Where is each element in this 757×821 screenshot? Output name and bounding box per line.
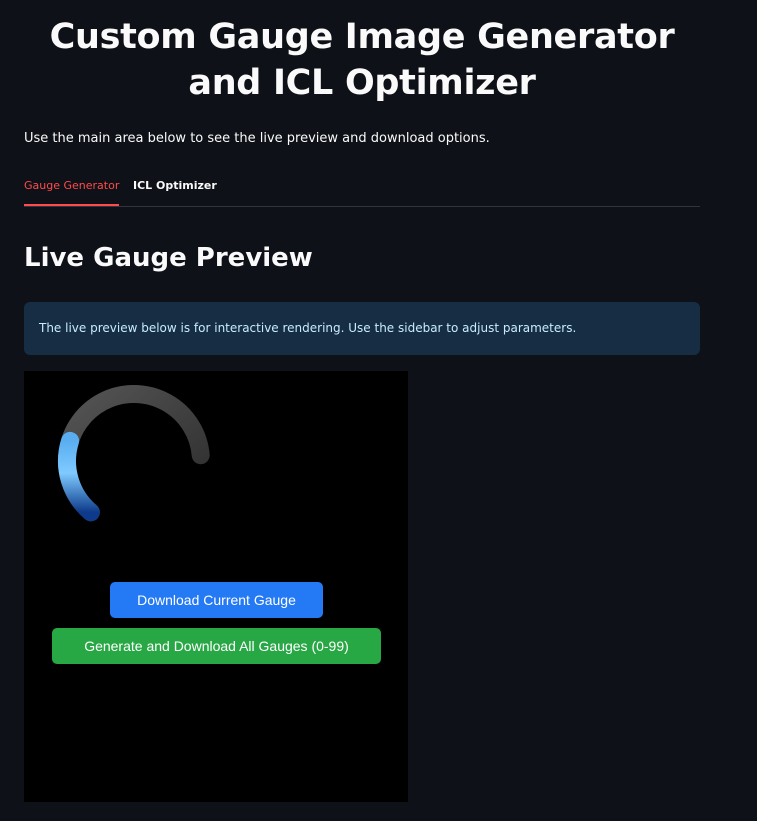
page-subtitle: Use the main area below to see the live … [24,131,490,146]
gauge-chart [57,384,210,522]
section-heading-live-preview: Live Gauge Preview [24,243,313,273]
info-alert-text: The live preview below is for interactiv… [39,321,577,335]
download-current-gauge-button[interactable]: Download Current Gauge [110,582,323,618]
tab-icl-optimizer[interactable]: ICL Optimizer [133,178,217,206]
page-title: Custom Gauge Image Generator and ICL Opt… [49,17,675,103]
download-all-gauges-button[interactable]: Generate and Download All Gauges (0-99) [52,628,381,664]
info-alert: The live preview below is for interactiv… [24,302,700,355]
gauge-track [57,384,210,522]
gauge-fill [58,431,100,522]
tab-bar: Gauge Generator ICL Optimizer [24,174,700,207]
tab-gauge-generator[interactable]: Gauge Generator [24,178,120,206]
gauge-preview-frame: Download Current Gauge Generate and Down… [24,371,408,802]
